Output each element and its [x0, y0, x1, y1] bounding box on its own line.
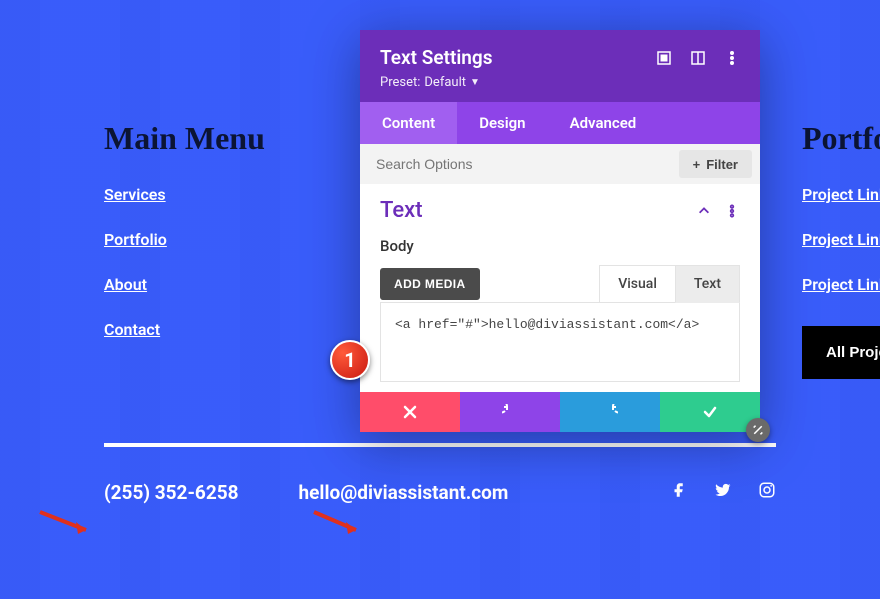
footer-row: (255) 352-6258 hello@diviassistant.com	[104, 481, 776, 504]
social-icons	[670, 481, 776, 504]
portfolio-link-2[interactable]: Project Link	[802, 230, 880, 249]
portfolio-column: Portfolio Project Link Project Link Proj…	[802, 120, 880, 379]
section-title: Text	[380, 198, 423, 223]
panel-header[interactable]: Text Settings Preset: Default ▼	[360, 30, 760, 102]
preset-dropdown[interactable]: Preset: Default ▼	[380, 75, 740, 90]
menu-link-contact[interactable]: Contact	[104, 320, 400, 339]
cancel-button[interactable]	[360, 392, 460, 432]
expand-icon[interactable]	[656, 50, 672, 66]
search-input[interactable]	[360, 144, 679, 184]
main-menu-column: Main Menu Services Portfolio About Conta…	[104, 120, 400, 365]
text-tab[interactable]: Text	[675, 265, 740, 303]
all-projects-button[interactable]: All Projects	[802, 326, 880, 379]
step-badge-1: 1	[330, 340, 370, 380]
menu-link-portfolio[interactable]: Portfolio	[104, 230, 400, 249]
footer-phone: (255) 352-6258	[104, 481, 239, 504]
body-label: Body	[380, 237, 740, 255]
twitter-icon[interactable]	[714, 481, 732, 504]
footer-divider	[104, 443, 776, 447]
code-editor[interactable]: <a href="#">hello@diviassistant.com</a>	[380, 302, 740, 382]
collapse-icon[interactable]	[696, 203, 712, 219]
menu-link-services[interactable]: Services	[104, 185, 400, 204]
plus-icon: +	[693, 157, 701, 172]
text-section: Text Body ADD MEDIA Visual Text <a href=…	[360, 184, 760, 392]
visual-tab[interactable]: Visual	[599, 265, 675, 303]
facebook-icon[interactable]	[670, 481, 688, 504]
footer-email: hello@diviassistant.com	[299, 481, 509, 504]
undo-button[interactable]	[460, 392, 560, 432]
panel-tabs: Content Design Advanced	[360, 102, 760, 144]
panel-title: Text Settings	[380, 46, 492, 69]
panel-action-bar	[360, 392, 760, 432]
filter-label: Filter	[706, 157, 738, 172]
tab-design[interactable]: Design	[457, 102, 547, 144]
more-icon[interactable]	[724, 50, 740, 66]
resize-handle[interactable]	[746, 418, 770, 442]
main-menu-heading: Main Menu	[104, 120, 400, 157]
add-media-button[interactable]: ADD MEDIA	[380, 268, 480, 300]
menu-link-about[interactable]: About	[104, 275, 400, 294]
preset-value: Default	[424, 75, 466, 90]
portfolio-link-3[interactable]: Project Link	[802, 275, 880, 294]
instagram-icon[interactable]	[758, 481, 776, 504]
text-settings-panel: Text Settings Preset: Default ▼ Content …	[360, 30, 760, 432]
columns-icon[interactable]	[690, 50, 706, 66]
caret-down-icon: ▼	[470, 77, 480, 88]
preset-label: Preset:	[380, 75, 420, 90]
tab-content[interactable]: Content	[360, 102, 457, 144]
tab-advanced[interactable]: Advanced	[548, 102, 659, 144]
filter-button[interactable]: + Filter	[679, 150, 752, 178]
portfolio-link-1[interactable]: Project Link	[802, 185, 880, 204]
redo-button[interactable]	[560, 392, 660, 432]
save-button[interactable]	[660, 392, 760, 432]
section-more-icon[interactable]	[724, 203, 740, 219]
editor-toolbar: ADD MEDIA Visual Text	[380, 265, 740, 303]
search-row: + Filter	[360, 144, 760, 184]
portfolio-heading: Portfolio	[802, 120, 880, 157]
